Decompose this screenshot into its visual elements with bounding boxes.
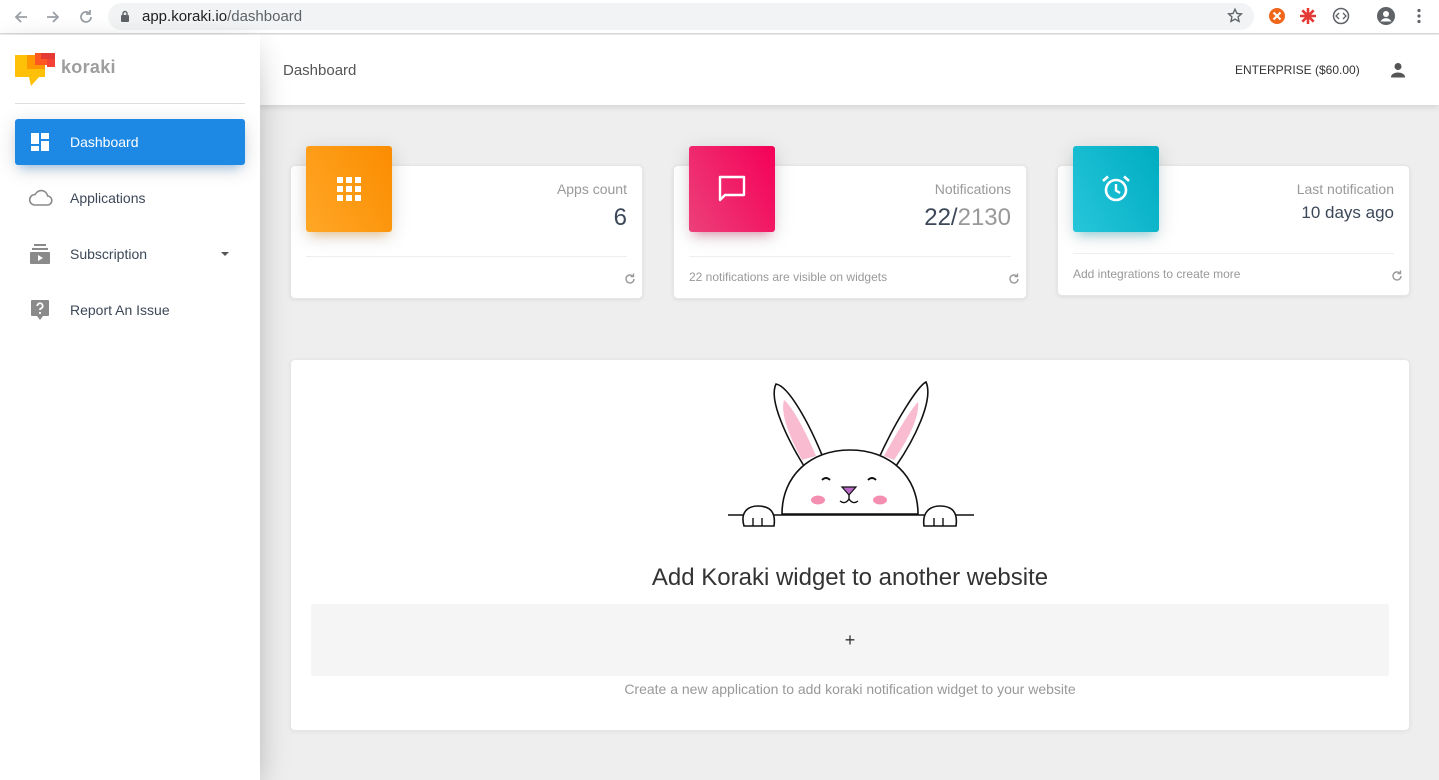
bookmark-star-icon[interactable] xyxy=(1226,7,1244,25)
sidebar-divider xyxy=(15,103,245,104)
extension-orange-icon[interactable] xyxy=(1268,7,1286,25)
add-widget-card: Add Koraki widget to another website + C… xyxy=(290,359,1410,731)
extension-code-icon[interactable] xyxy=(1332,7,1350,25)
extension-asterisk-icon[interactable] xyxy=(1299,7,1317,25)
card-category: Last notification xyxy=(1296,181,1394,197)
card-divider xyxy=(306,256,627,257)
forward-button[interactable] xyxy=(42,6,64,28)
sidebar-item-label: Dashboard xyxy=(70,134,139,150)
refresh-icon[interactable] xyxy=(1008,273,1020,285)
cloud-icon xyxy=(27,187,53,209)
last-notification-card-icon-box xyxy=(1073,146,1159,232)
plus-icon: + xyxy=(844,629,856,650)
card-category: Apps count xyxy=(556,181,627,197)
sidebar-item-dashboard[interactable]: Dashboard xyxy=(15,119,245,165)
notifications-used: 22/ xyxy=(924,204,958,231)
profile-avatar-icon[interactable] xyxy=(1377,7,1395,25)
url-path: /dashboard xyxy=(227,8,303,25)
back-button[interactable] xyxy=(10,6,32,28)
sidebar-item-label: Applications xyxy=(70,190,146,206)
card-divider xyxy=(689,256,1011,257)
sidebar-item-label: Subscription xyxy=(70,246,148,262)
notifications-total: 2130 xyxy=(957,204,1011,231)
browser-menu-icon[interactable] xyxy=(1410,7,1428,25)
last-notification-card: Last notification 10 days ago Add integr… xyxy=(1057,146,1410,296)
card-category: Notifications xyxy=(934,181,1011,197)
arrow-left-icon xyxy=(14,11,27,23)
refresh-icon[interactable] xyxy=(1391,270,1403,282)
dashboard-icon xyxy=(27,131,53,153)
bunny-illustration-icon xyxy=(728,380,974,527)
sidebar-item-label: Report An Issue xyxy=(70,302,170,318)
widget-title: Add Koraki widget to another website xyxy=(651,564,1049,591)
refresh-icon[interactable] xyxy=(624,273,636,285)
last-notification-value: 10 days ago xyxy=(1301,203,1394,222)
sidebar-item-report-issue[interactable]: Report An Issue xyxy=(15,287,245,333)
notifications-value: 22/2130 xyxy=(924,204,1011,232)
url-host: app.koraki.io xyxy=(142,8,228,25)
alarm-icon xyxy=(1102,175,1130,202)
add-hint-text: Create a new application to add koraki n… xyxy=(624,681,1076,697)
apps-grid-icon xyxy=(337,177,361,201)
logo-text: koraki xyxy=(61,57,116,77)
page-title: Dashboard xyxy=(283,62,357,79)
apps-card-icon-box xyxy=(306,146,392,232)
sidebar: koraki Dashboard Applications Subscripti… xyxy=(0,35,260,780)
koraki-logo-mark-icon xyxy=(15,53,55,86)
chevron-down-icon xyxy=(221,252,229,256)
top-navbar: Dashboard ENTERPRISE ($60.00) xyxy=(260,35,1439,105)
card-footer-text: 22 notifications are visible on widgets xyxy=(689,270,888,284)
sidebar-item-subscription[interactable]: Subscription xyxy=(15,231,245,277)
notifications-card: Notifications 22/2130 22 notifications a… xyxy=(673,146,1027,299)
lock-icon xyxy=(121,10,129,22)
browser-toolbar: app.koraki.io/dashboard xyxy=(0,0,1439,34)
apps-count-value: 6 xyxy=(613,204,627,231)
add-application-button[interactable]: + xyxy=(311,604,1389,676)
card-divider xyxy=(1073,253,1394,254)
help-icon xyxy=(27,299,53,321)
arrow-right-icon xyxy=(47,11,60,23)
url-text: app.koraki.io/dashboard xyxy=(142,8,302,25)
notifications-card-icon-box xyxy=(689,146,775,232)
person-icon[interactable] xyxy=(1388,60,1408,80)
apps-count-card: Apps count 6 xyxy=(290,146,643,299)
reload-icon xyxy=(80,10,92,23)
plan-badge[interactable]: ENTERPRISE ($60.00) xyxy=(1235,63,1360,77)
sidebar-item-applications[interactable]: Applications xyxy=(15,175,245,221)
subscriptions-icon xyxy=(27,243,53,265)
chat-icon xyxy=(718,175,746,202)
address-bar[interactable]: app.koraki.io/dashboard xyxy=(108,3,1254,30)
reload-button[interactable] xyxy=(75,6,97,28)
card-footer-text: Add integrations to create more xyxy=(1073,267,1241,281)
